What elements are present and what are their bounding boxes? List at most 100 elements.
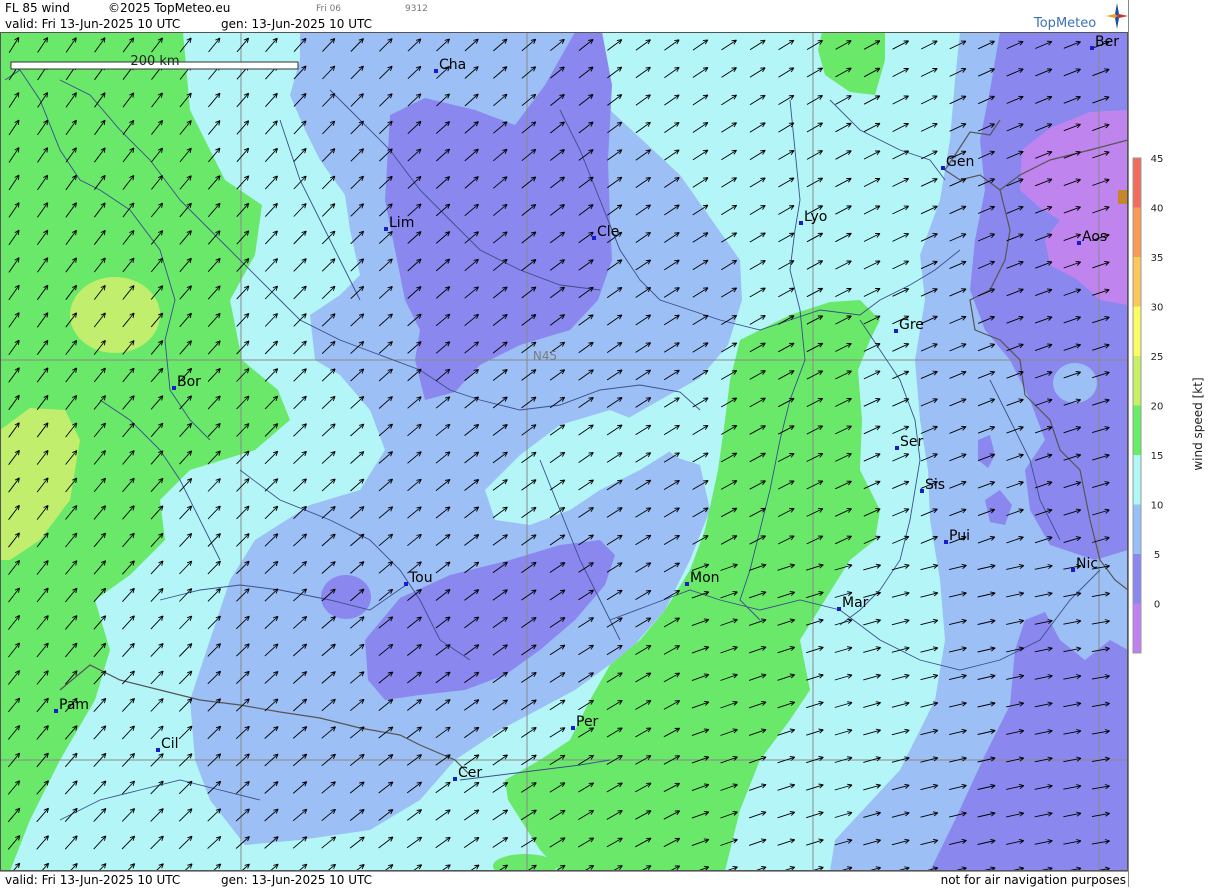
legend-title: wind speed [kt] [1191, 377, 1205, 470]
city-label: Per [576, 714, 599, 730]
legend-tick-label: 0 [1154, 600, 1160, 611]
footer-generated-time: gen: 13-Jun-2025 10 UTC [221, 873, 373, 887]
city-ber[interactable]: Ber [1090, 34, 1119, 50]
valid-time: valid: Fri 13-Jun-2025 10 UTC [5, 17, 181, 31]
legend-scale: 45 40 35 30 25 20 15 10 5 0 wind speed [kt] [1132, 154, 1205, 654]
city-per[interactable]: Per [571, 714, 599, 730]
legend-tick-label: 25 [1151, 352, 1164, 363]
city-cle[interactable]: Cle [592, 224, 619, 240]
city-marker-icon [944, 540, 948, 544]
city-marker-icon [894, 329, 898, 333]
city-pam[interactable]: Pam [54, 697, 89, 713]
legend-color-band [1133, 554, 1141, 604]
city-label: Mon [690, 570, 720, 586]
map-footer: valid: Fri 13-Jun-2025 10 UTC gen: 13-Ju… [0, 871, 1128, 888]
city-marker-icon [404, 582, 408, 586]
generated-time: gen: 13-Jun-2025 10 UTC [221, 17, 373, 31]
city-label: Gen [946, 154, 974, 170]
legend-tick-label: 5 [1154, 550, 1160, 561]
city-marker-icon [799, 221, 803, 225]
city-lim[interactable]: Lim [384, 215, 414, 231]
city-lyo[interactable]: Lyo [799, 209, 827, 225]
city-label: Pam [59, 697, 89, 713]
city-marker-icon [592, 236, 596, 240]
city-gen[interactable]: Gen [941, 154, 974, 170]
city-marker-icon [920, 489, 924, 493]
city-label: Aos [1082, 229, 1107, 245]
city-marker-icon [571, 726, 575, 730]
legend-color-band [1133, 207, 1141, 257]
wind-field-25-30kt-bordeaux [70, 277, 160, 353]
legend-tick-label: 15 [1151, 451, 1164, 462]
city-bor[interactable]: Bor [172, 374, 201, 390]
city-marker-icon [941, 166, 945, 170]
city-label: Lim [389, 215, 414, 231]
city-aos[interactable]: Aos [1077, 229, 1107, 245]
city-marker-icon [1090, 46, 1094, 50]
legend-color-band [1133, 158, 1141, 208]
city-cer[interactable]: Cer [453, 765, 482, 781]
city-tou[interactable]: Tou [404, 570, 433, 586]
city-label: Cle [597, 224, 619, 240]
legend-tick-label: 40 [1151, 204, 1164, 215]
city-label: Mar [842, 595, 869, 611]
footer-valid-time: valid: Fri 13-Jun-2025 10 UTC [5, 873, 181, 887]
logo-text: TopMeteo [1034, 16, 1097, 31]
legend-tick-label: 30 [1151, 303, 1164, 314]
city-nic[interactable]: Nic [1071, 556, 1098, 572]
topmeteo-logo[interactable]: TopMeteo [1034, 3, 1128, 33]
legend-color-band [1133, 455, 1141, 505]
city-marker-icon [434, 69, 438, 73]
legend-color-band [1133, 504, 1141, 554]
legend-color-band [1133, 356, 1141, 406]
wind-field-high-spot [1118, 190, 1128, 204]
city-marker-icon [1077, 241, 1081, 245]
city-marker-icon [384, 227, 388, 231]
city-label: Nic [1076, 556, 1098, 572]
copyright-text: ©2025 TopMeteo.eu [108, 1, 231, 15]
wind-field-10-15kt-alps-spot [1053, 363, 1097, 403]
product-title: FL 85 wind [5, 1, 70, 15]
legend-tick-label: 10 [1151, 501, 1164, 512]
footer-disclaimer: not for air navigation purposes [940, 873, 1126, 887]
city-marker-icon [1071, 568, 1075, 572]
city-marker-icon [685, 582, 689, 586]
city-marker-icon [453, 777, 457, 781]
latitude-label: N45 [533, 349, 557, 363]
city-label: Bor [177, 374, 201, 390]
city-ser[interactable]: Ser [895, 434, 924, 450]
legend-tick-label: 35 [1151, 253, 1164, 264]
city-label: Tou [408, 570, 433, 586]
city-label: Gre [899, 317, 924, 333]
legend-color-band [1133, 306, 1141, 356]
legend-color-band [1133, 405, 1141, 455]
city-cha[interactable]: Cha [434, 57, 466, 73]
city-label: Cil [161, 736, 179, 752]
compass-star-icon [1106, 3, 1128, 29]
city-label: Cer [458, 765, 482, 781]
city-marker-icon [54, 709, 58, 713]
city-marker-icon [172, 386, 176, 390]
city-label: Sis [925, 477, 945, 493]
city-mon[interactable]: Mon [685, 570, 720, 586]
city-label: Cha [439, 57, 466, 73]
scale-bar-label: 200 km [130, 54, 179, 69]
city-label: Ser [900, 434, 924, 450]
wind-speed-legend: 45 40 35 30 25 20 15 10 5 0 wind speed [kt] [1128, 0, 1219, 887]
run-label: Fri 06 [316, 4, 342, 14]
city-label: Pui [949, 528, 970, 544]
city-marker-icon [895, 446, 899, 450]
wind-field-5-10kt-spot [321, 575, 371, 619]
city-mar[interactable]: Mar [837, 595, 869, 611]
city-marker-icon [156, 748, 160, 752]
city-gre[interactable]: Gre [894, 317, 924, 333]
legend-tick-label: 45 [1151, 154, 1164, 165]
run-code: 9312 [405, 4, 428, 14]
legend-color-band [1133, 257, 1141, 307]
city-marker-icon [837, 607, 841, 611]
map-header: FL 85 wind ©2025 TopMeteo.eu Fri 06 9312… [0, 0, 1128, 32]
legend-color-band [1133, 603, 1141, 653]
city-label: Lyo [804, 209, 827, 225]
city-label: Ber [1095, 34, 1119, 50]
wind-map[interactable]: 200 km N45 Cha Ber Gen Lim Cle Lyo Aos Gre Bor Se… [0, 32, 1128, 871]
